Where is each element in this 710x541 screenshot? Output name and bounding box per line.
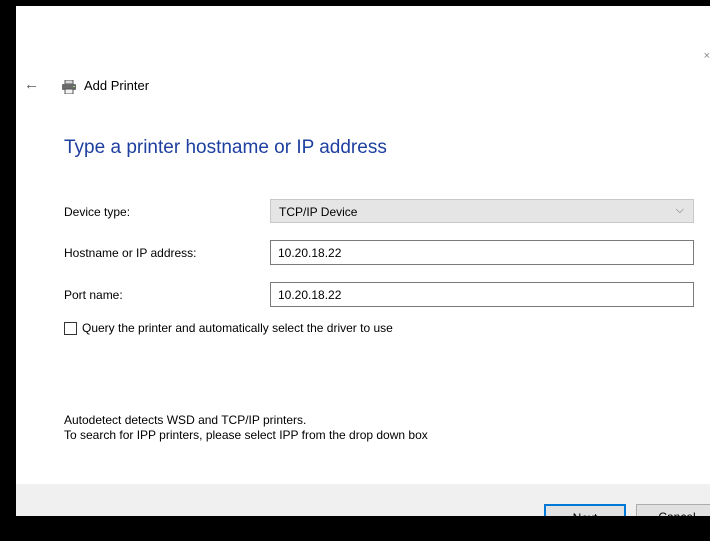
device-type-value: TCP/IP Device [279, 205, 358, 219]
info-text-line1: Autodetect detects WSD and TCP/IP printe… [64, 413, 307, 427]
window-title: Add Printer [84, 78, 150, 93]
query-printer-checkbox-label[interactable]: Query the printer and automatically sele… [82, 321, 393, 335]
add-printer-window: × ← Add Printer Type a printer hostname … [16, 6, 710, 516]
query-printer-checkbox[interactable] [64, 322, 77, 335]
next-button[interactable]: Next [544, 504, 626, 516]
device-type-select[interactable]: TCP/IP Device ⌵ [270, 199, 694, 223]
close-icon[interactable]: × [704, 50, 710, 62]
port-name-input[interactable] [270, 282, 694, 307]
device-type-label: Device type: [64, 205, 131, 219]
hostname-label: Hostname or IP address: [64, 246, 197, 260]
page-heading: Type a printer hostname or IP address [64, 137, 387, 158]
printer-icon [62, 80, 76, 94]
dialog-footer: Next Cancel [16, 484, 710, 516]
info-text-line2: To search for IPP printers, please selec… [64, 428, 428, 442]
title-bar: ← Add Printer [16, 74, 710, 98]
hostname-input[interactable] [270, 240, 694, 265]
cancel-button[interactable]: Cancel [636, 504, 710, 516]
back-arrow-icon[interactable]: ← [24, 76, 39, 93]
chevron-down-icon: ⌵ [675, 204, 684, 216]
port-name-label: Port name: [64, 288, 123, 302]
